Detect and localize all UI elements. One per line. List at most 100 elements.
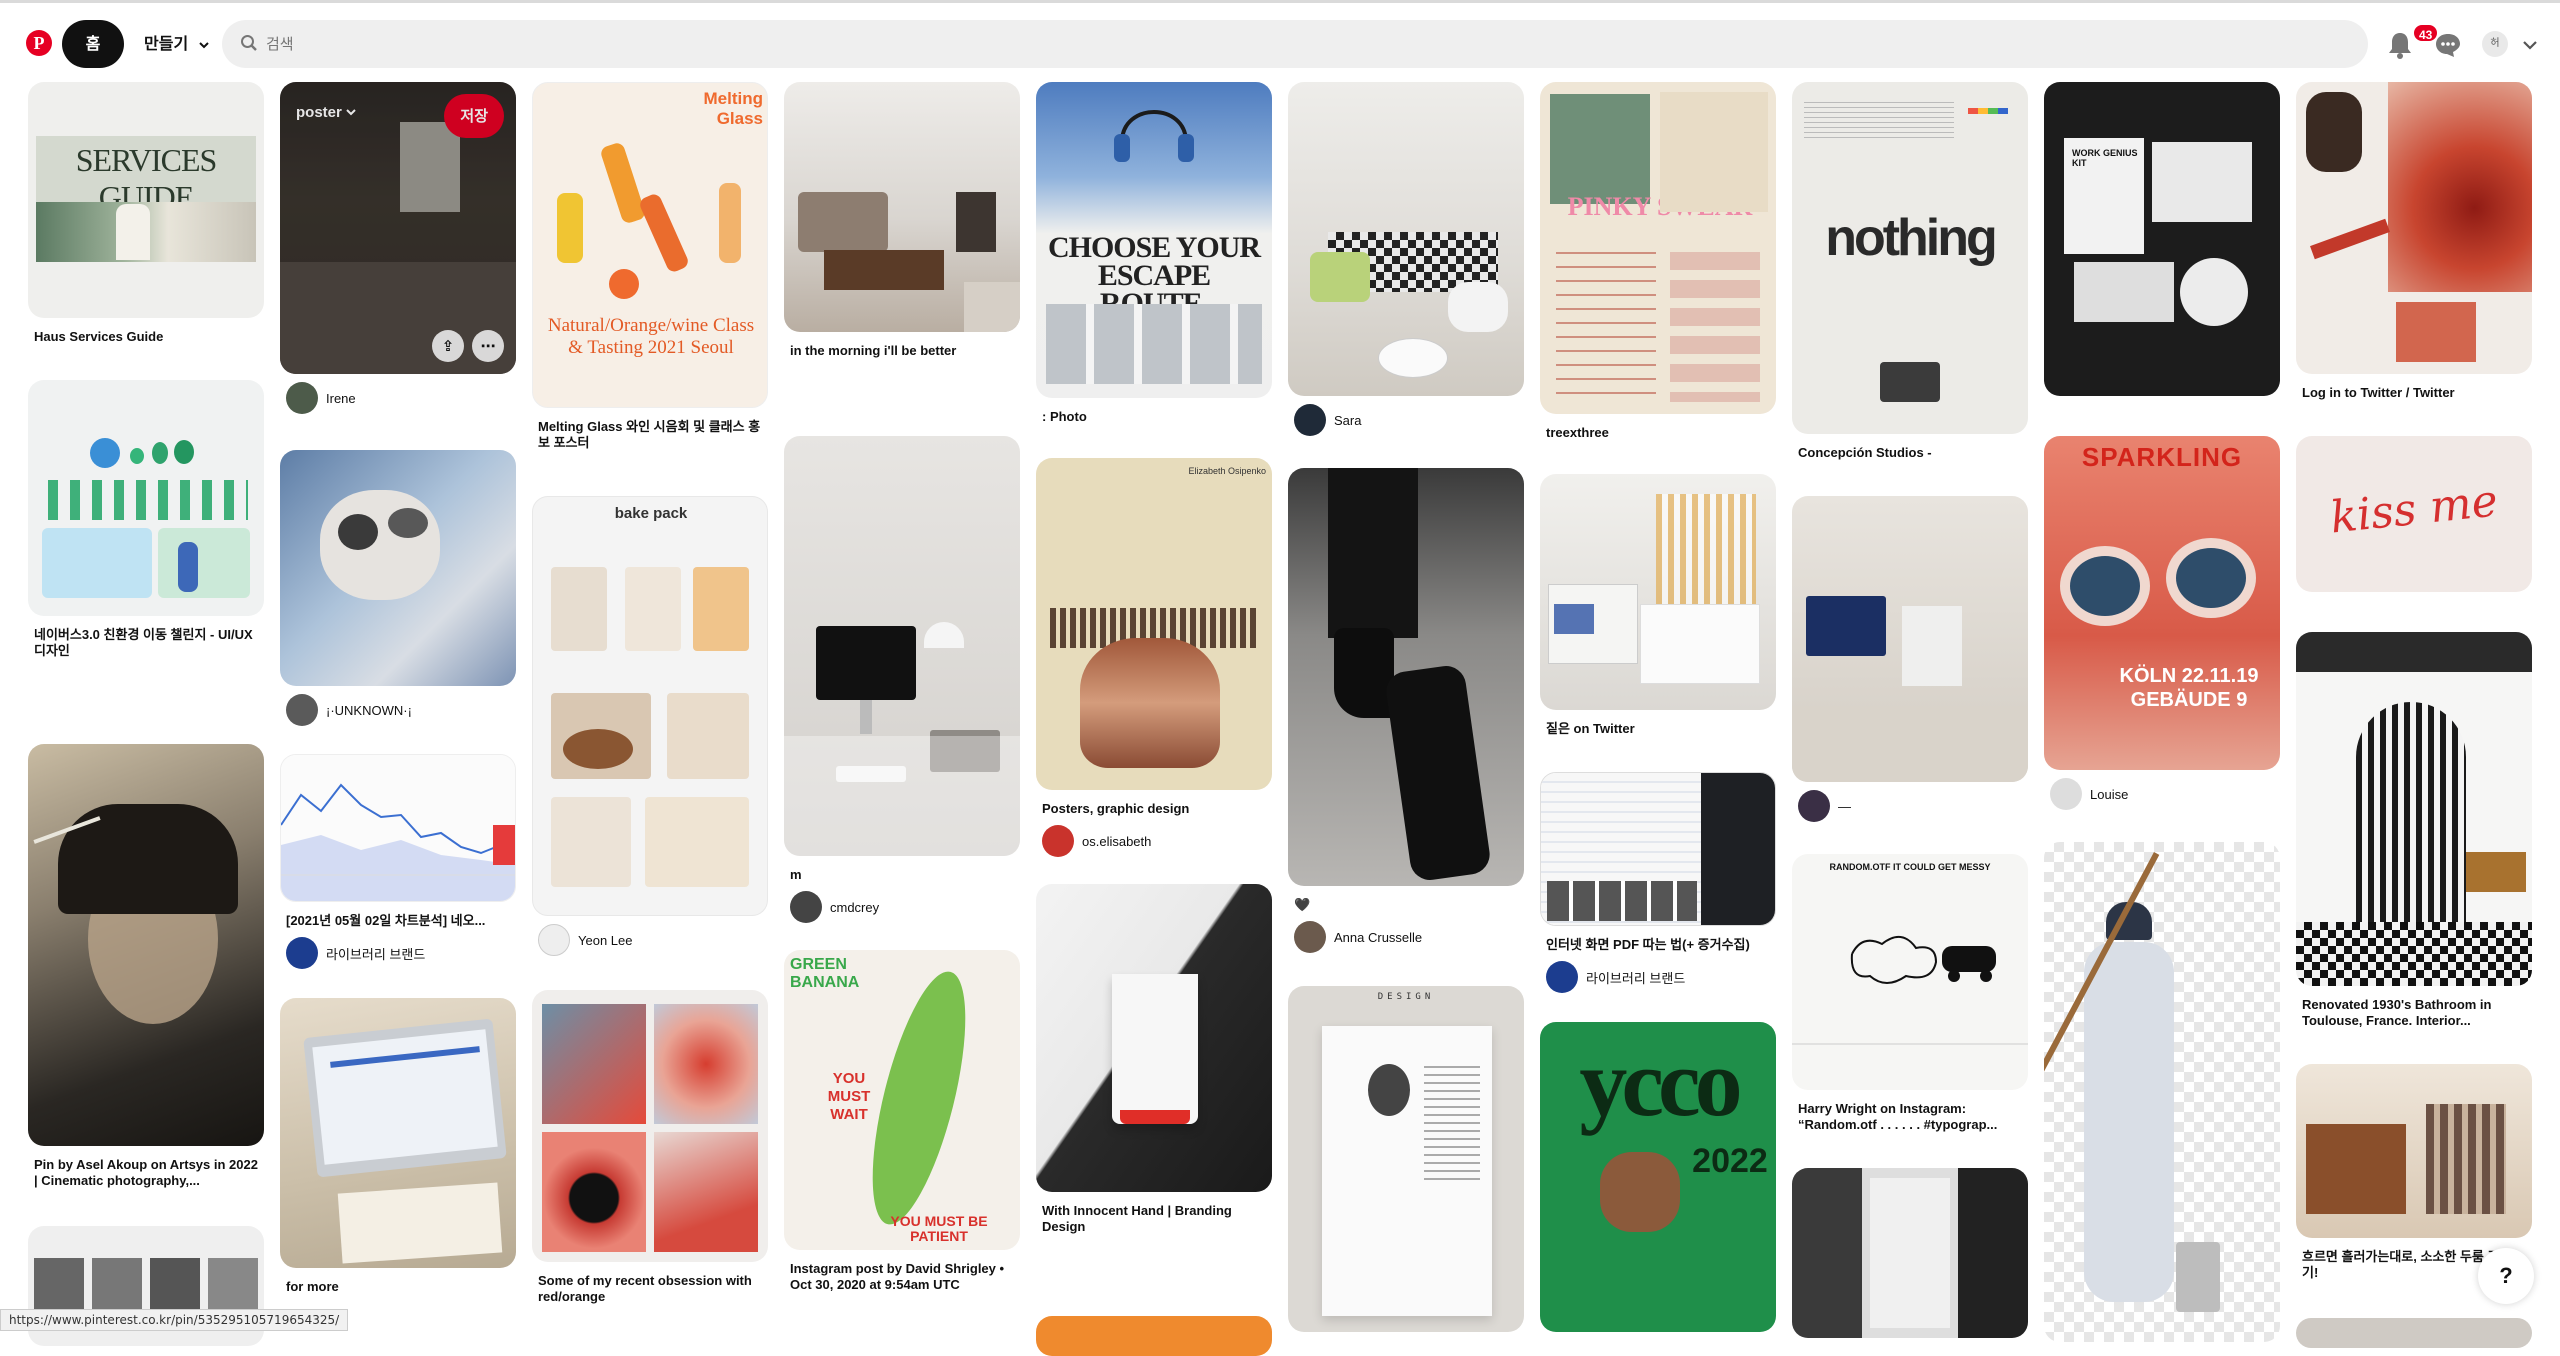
pin-image[interactable]: poster 저장 ⇪ ⋯ xyxy=(280,82,516,374)
pin-image[interactable] xyxy=(28,744,264,1146)
pin-image[interactable] xyxy=(2044,842,2280,1342)
pin-image[interactable] xyxy=(1540,772,1776,926)
pin-image[interactable] xyxy=(280,754,516,902)
pin-image[interactable] xyxy=(1288,82,1524,396)
pin-image[interactable]: SPARKLING KÖLN 22.11.19 GEBÄUDE 9 xyxy=(2044,436,2280,770)
pin-card[interactable]: in the morning i'll be better xyxy=(784,82,1020,359)
pin-card[interactable]: m cmdcrey xyxy=(784,436,1020,923)
help-button[interactable]: ? xyxy=(2478,1248,2534,1304)
pin-image[interactable] xyxy=(1036,884,1272,1192)
pin-author[interactable]: cmdcrey xyxy=(790,891,1014,923)
pin-card[interactable]: ¡·UNKNOWN·¡ xyxy=(280,450,516,726)
pin-image[interactable] xyxy=(28,380,264,616)
pin-card[interactable]: 네이버스3.0 친환경 이동 챌린지 - UI/UX 디자인 xyxy=(28,380,264,659)
pin-card[interactable]: CHOOSE YOUR ESCAPE ROUTE. : Photo xyxy=(1036,82,1272,425)
pin-card[interactable] xyxy=(2044,842,2280,1342)
pin-image[interactable]: GREEN BANANA YOU MUST WAIT YOU MUST BE P… xyxy=(784,950,1020,1250)
pin-card[interactable] xyxy=(2296,1318,2532,1348)
pin-image[interactable]: WORK GENIUS KIT xyxy=(2044,82,2280,396)
pin-author[interactable]: Yeon Lee xyxy=(538,924,762,956)
pin-image[interactable]: nothing xyxy=(1792,82,2028,434)
pin-image[interactable] xyxy=(784,82,1020,332)
pin-image[interactable] xyxy=(2296,1064,2532,1238)
pin-image[interactable] xyxy=(2296,1318,2532,1348)
pin-image[interactable]: SERVICES GUIDE xyxy=(28,82,264,318)
pin-image[interactable]: Melting Glass Natural/Orange/wine Class … xyxy=(532,82,768,408)
pin-image[interactable]: PINKY SWEAR xyxy=(1540,82,1776,414)
pin-card[interactable]: for more xyxy=(280,998,516,1295)
pin-image[interactable] xyxy=(2296,82,2532,374)
pin-card[interactable]: Elizabeth Osipenko Posters, graphic desi… xyxy=(1036,458,1272,857)
pin-card[interactable]: With Innocent Hand | Branding Design xyxy=(1036,884,1272,1235)
home-tab[interactable]: 홈 xyxy=(62,20,124,68)
pin-author[interactable]: 라이브러리 브랜드 xyxy=(1546,961,1770,993)
pin-card[interactable]: [2021년 05월 02일 차트분석] 네오... 라이브러리 브랜드 xyxy=(280,754,516,969)
pin-image[interactable] xyxy=(1036,1316,1272,1356)
pin-image[interactable] xyxy=(1792,1168,2028,1338)
pin-image[interactable]: Elizabeth Osipenko xyxy=(1036,458,1272,790)
pin-card[interactable]: Some of my recent obsession with red/ora… xyxy=(532,990,768,1305)
board-selector[interactable]: poster xyxy=(296,104,356,121)
pin-card[interactable]: 인터넷 화면 PDF 따는 법(+ 증거수집) 라이브러리 브랜드 xyxy=(1540,772,1776,993)
pin-card[interactable] xyxy=(1792,1168,2028,1338)
pin-image[interactable] xyxy=(2296,632,2532,986)
pin-image[interactable] xyxy=(784,436,1020,856)
pin-card[interactable]: 짙은 on Twitter xyxy=(1540,474,1776,737)
pin-card[interactable]: — xyxy=(1792,496,2028,822)
pin-author[interactable]: Anna Crusselle xyxy=(1294,921,1518,953)
pin-author[interactable]: Louise xyxy=(2050,778,2274,810)
search-input[interactable] xyxy=(266,20,2346,68)
pin-card[interactable]: WORK GENIUS KIT xyxy=(2044,82,2280,396)
pin-card[interactable]: Pin by Asel Akoup on Artsys in 2022 | Ci… xyxy=(28,744,264,1189)
pin-card[interactable]: bake pack Yeon Lee xyxy=(532,496,768,956)
pin-card[interactable]: Sara xyxy=(1288,82,1524,436)
pin-card[interactable]: poster 저장 ⇪ ⋯ Irene xyxy=(280,82,516,414)
accounts-chevron-down-icon[interactable] xyxy=(2518,25,2542,65)
pin-image[interactable] xyxy=(280,998,516,1268)
pin-card[interactable]: 🖤 Anna Crusselle xyxy=(1288,468,1524,953)
create-menu-button[interactable]: 만들기 xyxy=(134,20,220,68)
pin-title: Log in to Twitter / Twitter xyxy=(2302,385,2455,400)
pin-card[interactable]: nothing Concepción Studios - xyxy=(1792,82,2028,461)
pin-image[interactable]: CHOOSE YOUR ESCAPE ROUTE. xyxy=(1036,82,1272,398)
profile-avatar[interactable]: 허 xyxy=(2482,31,2508,57)
pin-card[interactable]: RANDOM.OTF IT COULD GET MESSY Harry Wrig… xyxy=(1792,854,2028,1133)
pin-image[interactable] xyxy=(1288,468,1524,886)
author-avatar xyxy=(538,924,570,956)
pin-card[interactable]: Renovated 1930's Bathroom in Toulouse, F… xyxy=(2296,632,2532,1029)
author-avatar xyxy=(286,694,318,726)
share-icon[interactable]: ⇪ xyxy=(432,330,464,362)
pin-card[interactable]: Log in to Twitter / Twitter xyxy=(2296,82,2532,401)
pin-image[interactable]: RANDOM.OTF IT COULD GET MESSY xyxy=(1792,854,2028,1090)
pin-card[interactable]: PINKY SWEAR treexthree xyxy=(1540,82,1776,441)
pin-card[interactable]: SERVICES GUIDE Haus Services Guide xyxy=(28,82,264,345)
pinterest-logo-icon[interactable]: P xyxy=(26,30,52,56)
pin-card[interactable]: kiss me xyxy=(2296,436,2532,592)
pin-card[interactable]: DESIGN xyxy=(1288,986,1524,1332)
save-button[interactable]: 저장 xyxy=(444,94,504,138)
pin-author[interactable]: 라이브러리 브랜드 xyxy=(286,937,510,969)
pin-image[interactable] xyxy=(280,450,516,686)
pin-author[interactable]: os.elisabeth xyxy=(1042,825,1266,857)
pin-author[interactable]: ¡·UNKNOWN·¡ xyxy=(286,694,510,726)
pin-image[interactable]: kiss me xyxy=(2296,436,2532,592)
pin-author[interactable]: Irene xyxy=(286,382,510,414)
pin-card[interactable]: Melting Glass Natural/Orange/wine Class … xyxy=(532,82,768,451)
messages-icon[interactable] xyxy=(2428,25,2468,65)
pin-image[interactable] xyxy=(532,990,768,1262)
pin-image[interactable]: bake pack xyxy=(532,496,768,916)
pin-card[interactable]: SPARKLING KÖLN 22.11.19 GEBÄUDE 9 Louise xyxy=(2044,436,2280,810)
pin-card[interactable]: ycco 2022 xyxy=(1540,1022,1776,1332)
pin-card[interactable]: GREEN BANANA YOU MUST WAIT YOU MUST BE P… xyxy=(784,950,1020,1293)
pin-author[interactable]: Sara xyxy=(1294,404,1518,436)
image-text: KÖLN 22.11.19 GEBÄUDE 9 xyxy=(2119,665,2259,711)
more-options-icon[interactable]: ⋯ xyxy=(472,330,504,362)
author-avatar xyxy=(1798,790,1830,822)
search-bar[interactable] xyxy=(222,20,2368,68)
pin-card[interactable] xyxy=(1036,1316,1272,1356)
pin-author[interactable]: — xyxy=(1798,790,2022,822)
pin-image[interactable]: ycco 2022 xyxy=(1540,1022,1776,1332)
pin-image[interactable] xyxy=(1540,474,1776,710)
pin-image[interactable]: DESIGN xyxy=(1288,986,1524,1332)
pin-image[interactable] xyxy=(1792,496,2028,782)
